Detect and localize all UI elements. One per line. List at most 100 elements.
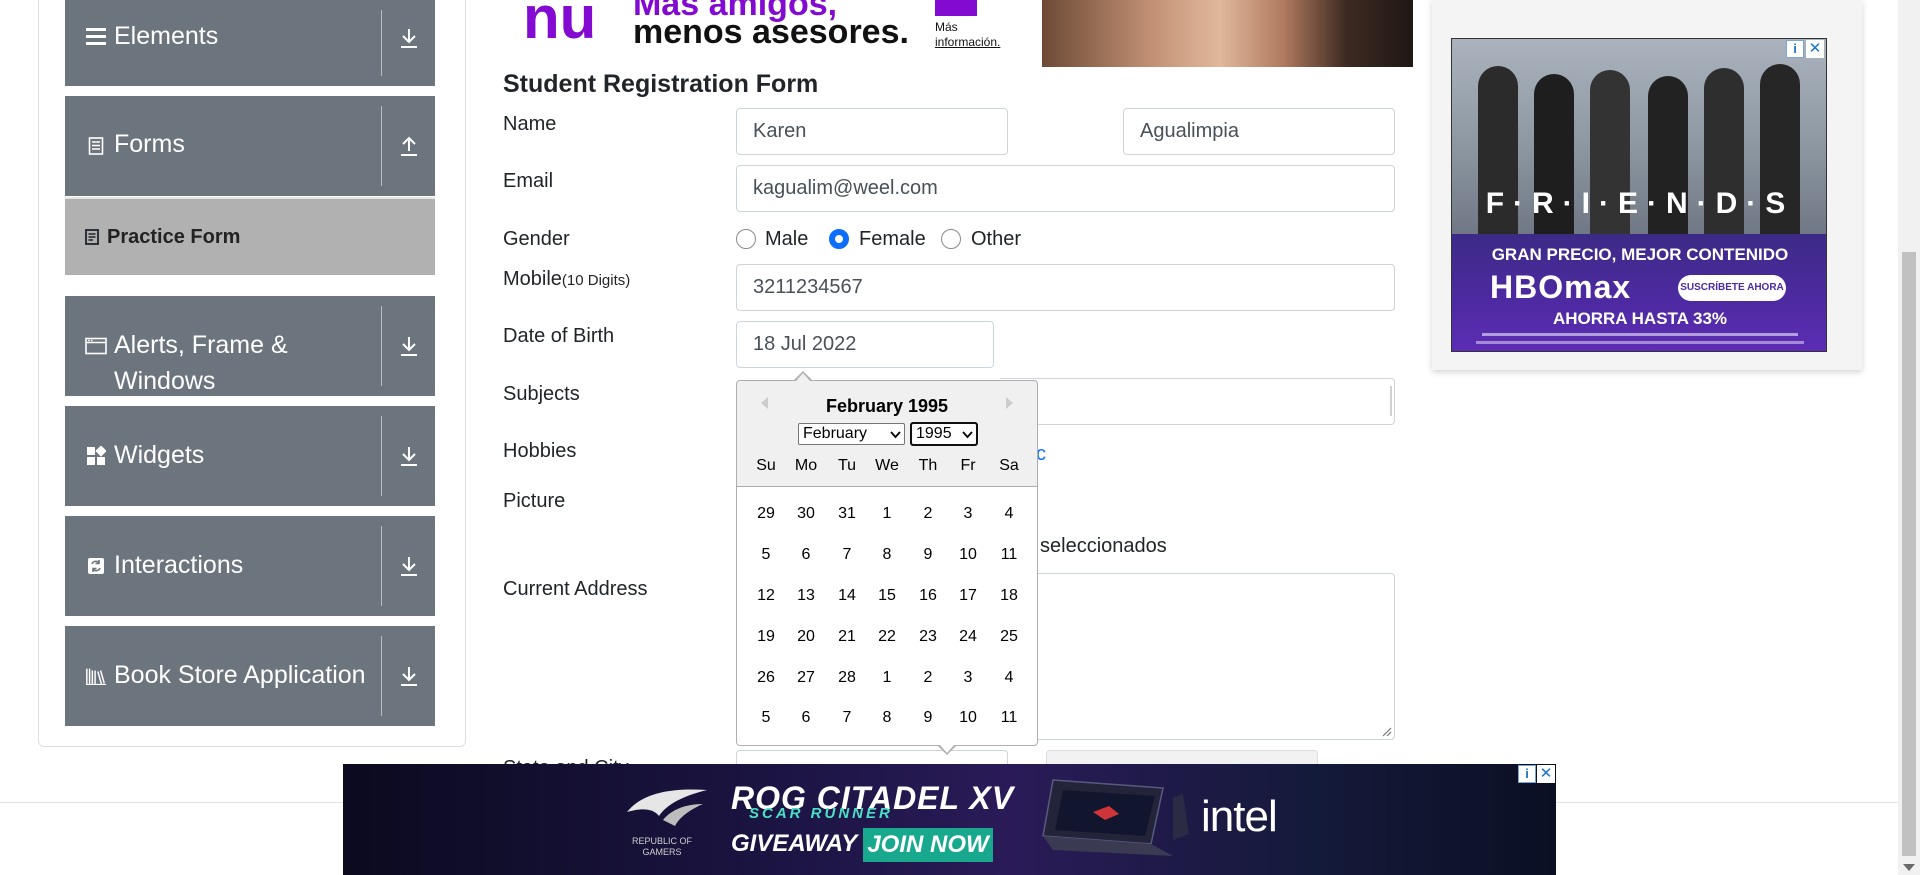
ad-more-info-link[interactable]: Más información.: [935, 20, 1015, 50]
adchoices-info-icon[interactable]: i: [1518, 765, 1536, 783]
close-icon[interactable]: ✕: [1806, 40, 1824, 58]
month-select[interactable]: February: [798, 423, 905, 445]
scrollbar-thumb[interactable]: [1902, 252, 1916, 856]
calendar-day[interactable]: 8: [867, 707, 907, 729]
date-of-birth-input[interactable]: 18 Jul 2022: [736, 321, 994, 368]
upload-arrow-icon[interactable]: [395, 130, 423, 162]
sidebar-group-interactions[interactable]: Interactions: [65, 516, 435, 616]
calendar-day[interactable]: 14: [827, 585, 867, 607]
calendar-day[interactable]: 7: [827, 544, 867, 566]
ad-subscribe-button[interactable]: SUSCRÍBETE AHORA: [1678, 275, 1786, 301]
download-arrow-icon[interactable]: [395, 550, 423, 582]
interaction-icon: [85, 554, 107, 578]
calendar-day[interactable]: 19: [746, 626, 786, 648]
calendar-day[interactable]: 12: [746, 585, 786, 607]
download-arrow-icon[interactable]: [395, 440, 423, 472]
calendar-day[interactable]: 31: [827, 503, 867, 525]
weekday-label: Sa: [999, 457, 1019, 474]
calendar-day[interactable]: 17: [948, 585, 988, 607]
calendar-day[interactable]: 7: [827, 707, 867, 729]
download-arrow-icon[interactable]: [395, 660, 423, 692]
ad-show-title: F·R·I·E·N·D·S: [1485, 187, 1795, 220]
calendar-day[interactable]: 6: [786, 544, 826, 566]
gender-female-radio[interactable]: [829, 229, 849, 249]
last-name-input[interactable]: Agualimpia: [1123, 108, 1395, 155]
calendar-day[interactable]: 9: [908, 707, 948, 729]
page-scrollbar[interactable]: [1898, 0, 1920, 875]
state-dropdown-pointer-inner: [940, 745, 954, 753]
sidebar-group-alerts-frame-windows[interactable]: Alerts, Frame & Windows: [65, 296, 435, 396]
next-month-icon[interactable]: [999, 393, 1019, 413]
calendar-day[interactable]: 26: [746, 667, 786, 689]
sidebar-group-widgets[interactable]: Widgets: [65, 406, 435, 506]
resize-grip-icon[interactable]: [1380, 725, 1392, 737]
chevron-down-icon: [890, 431, 901, 439]
first-name-input[interactable]: Karen: [736, 108, 1008, 155]
calendar-day[interactable]: 10: [948, 544, 988, 566]
sidebar-group-label: Alerts, Frame &: [114, 331, 288, 359]
calendar-day[interactable]: 29: [746, 503, 786, 525]
calendar-day[interactable]: 1: [867, 503, 907, 525]
calendar-day[interactable]: 2: [908, 503, 948, 525]
top-banner-ad[interactable]: nu Más amigos, menos asesores. Más infor…: [503, 0, 1413, 67]
email-input[interactable]: kagualim@weel.com: [736, 165, 1395, 212]
calendar-day[interactable]: 13: [786, 585, 826, 607]
dob-label: Date of Birth: [503, 325, 615, 347]
calendar-day[interactable]: 24: [948, 626, 988, 648]
scroll-down-icon[interactable]: [1903, 864, 1915, 871]
adchoices-info-icon[interactable]: i: [1786, 40, 1804, 58]
month-select-value: February: [803, 425, 868, 442]
ad-join-button[interactable]: JOIN NOW: [863, 828, 993, 862]
calendar-day[interactable]: 27: [786, 667, 826, 689]
ad-brand-caption: REPUBLIC OF GAMERS: [631, 836, 692, 857]
calendar-day[interactable]: 8: [867, 544, 907, 566]
calendar-day[interactable]: 28: [827, 667, 867, 689]
gender-other-label[interactable]: Other: [971, 225, 1021, 253]
calendar-day[interactable]: 20: [786, 626, 826, 648]
sidebar-group-book-store-application[interactable]: Book Store Application: [65, 626, 435, 726]
gender-male-label[interactable]: Male: [765, 225, 808, 253]
calendar-day[interactable]: 30: [786, 503, 826, 525]
gender-male-radio[interactable]: [736, 229, 756, 249]
sidebar-group-elements[interactable]: Elements: [65, 0, 435, 86]
bottom-banner-ad[interactable]: REPUBLIC OF GAMERS ROG CITADEL XV SCAR R…: [343, 764, 1556, 875]
gender-female-label[interactable]: Female: [859, 225, 926, 253]
calendar-day[interactable]: 15: [867, 585, 907, 607]
calendar-day[interactable]: 22: [867, 626, 907, 648]
calendar-day[interactable]: 23: [908, 626, 948, 648]
email-label: Email: [503, 170, 554, 192]
calendar-day[interactable]: 4: [989, 503, 1029, 525]
calendar-day[interactable]: 9: [908, 544, 948, 566]
right-banner-ad[interactable]: F·R·I·E·N·D·S GRAN PRECIO, MEJOR CONTENI…: [1451, 38, 1827, 352]
calendar-day[interactable]: 2: [908, 667, 948, 689]
calendar-day[interactable]: 5: [746, 707, 786, 729]
download-arrow-icon[interactable]: [395, 22, 423, 54]
calendar-day[interactable]: 4: [989, 667, 1029, 689]
ad-giveaway-text: GIVEAWAY: [731, 830, 858, 857]
download-arrow-icon[interactable]: [395, 330, 423, 362]
close-icon[interactable]: ✕: [1537, 765, 1555, 783]
calendar-day[interactable]: 11: [989, 544, 1029, 566]
calendar-day[interactable]: 21: [827, 626, 867, 648]
gender-other-radio[interactable]: [941, 229, 961, 249]
ad-logo: nu: [523, 0, 597, 51]
calendar-day[interactable]: 1: [867, 667, 907, 689]
calendar-day[interactable]: 18: [989, 585, 1029, 607]
weekday-label: Th: [918, 457, 938, 474]
mobile-input[interactable]: 3211234567: [736, 264, 1395, 311]
sidebar-item-practice-form[interactable]: Practice Form: [65, 197, 435, 275]
calendar-day[interactable]: 3: [948, 667, 988, 689]
calendar-day[interactable]: 3: [948, 503, 988, 525]
datepicker-month-title: February 1995: [825, 396, 949, 416]
mobile-hint: (10 Digits): [561, 272, 631, 289]
calendar-day[interactable]: 25: [989, 626, 1029, 648]
divider: [381, 106, 382, 186]
subjects-input[interactable]: [1000, 378, 1395, 425]
calendar-day[interactable]: 11: [989, 707, 1029, 729]
calendar-day[interactable]: 16: [908, 585, 948, 607]
calendar-day[interactable]: 6: [786, 707, 826, 729]
calendar-day[interactable]: 5: [746, 544, 786, 566]
calendar-day[interactable]: 10: [948, 707, 988, 729]
year-select[interactable]: 1995: [910, 422, 978, 446]
sidebar-group-forms[interactable]: Forms: [65, 96, 435, 196]
